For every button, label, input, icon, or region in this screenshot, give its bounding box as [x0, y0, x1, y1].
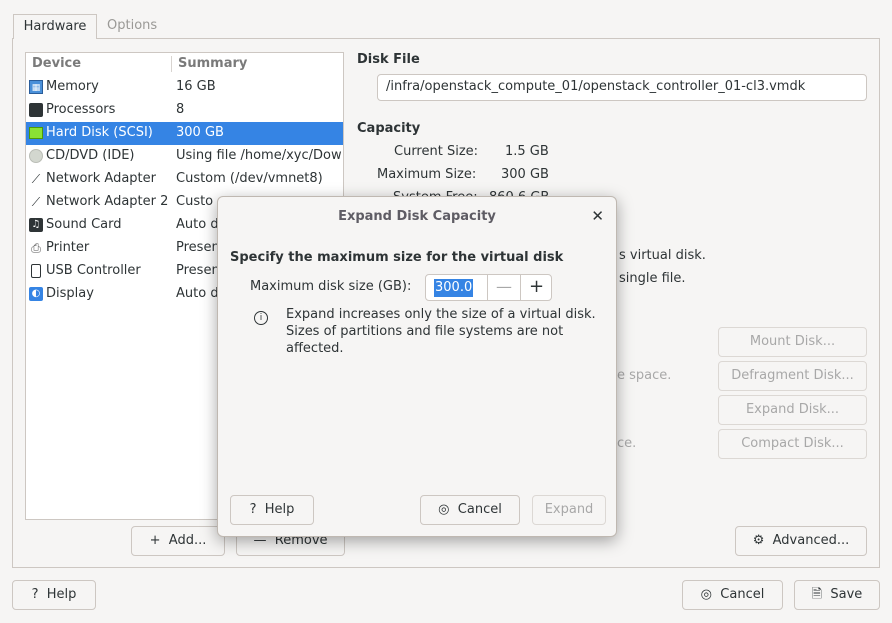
cancel-button[interactable]: ◎ Cancel [682, 580, 783, 610]
device-row-hard-disk[interactable]: Hard Disk (SCSI) 300 GB [26, 122, 343, 145]
device-summary: Custo [176, 194, 214, 209]
help-icon: ? [31, 587, 47, 602]
tab-options[interactable]: Options [107, 14, 157, 39]
printer-icon: ⎙ [31, 241, 41, 255]
device-summary: Presen [176, 263, 220, 278]
device-name: Printer [46, 240, 90, 255]
save-label: Save [830, 587, 863, 602]
disk-info-text-2: single file. [619, 271, 686, 286]
max-disk-size-input[interactable]: 300.0 [434, 279, 474, 297]
tab-hardware[interactable]: Hardware [13, 14, 97, 39]
column-header-device[interactable]: Device [32, 56, 81, 71]
info-text-line-1: Expand increases only the size of a virt… [286, 307, 596, 322]
network-icon: ⟋ [31, 172, 41, 186]
dialog-help-button[interactable]: ? Help [230, 495, 314, 525]
dialog-cancel-button[interactable]: ◎ Cancel [420, 495, 520, 525]
help-button[interactable]: ? Help [12, 580, 96, 610]
help-label: Help [46, 587, 77, 602]
advanced-label: Advanced... [772, 533, 850, 548]
device-row-memory[interactable]: ▦ Memory 16 GB [26, 76, 343, 99]
display-icon: ◐ [29, 287, 43, 301]
hard-disk-icon [29, 127, 43, 139]
device-name: Sound Card [46, 217, 122, 232]
expand-disk-capacity-dialog: Expand Disk Capacity ✕ Specify the maxim… [217, 196, 617, 537]
cancel-label: Cancel [720, 587, 765, 602]
save-button[interactable]: 🗎 Save [794, 580, 880, 610]
capacity-heading: Capacity [357, 121, 421, 136]
usb-icon [31, 264, 41, 278]
current-size-value: 1.5 GB [505, 144, 549, 159]
add-device-button[interactable]: + Add... [131, 526, 225, 556]
defrag-info-text: e space. [617, 368, 672, 383]
device-name: Hard Disk (SCSI) [46, 125, 153, 140]
cancel-icon: ◎ [438, 502, 458, 517]
max-disk-size-label: Maximum disk size (GB): [250, 279, 412, 294]
device-summary: Presen [176, 240, 220, 255]
device-name: Network Adapter 2 [46, 194, 169, 209]
device-list-header: Device Summary [26, 53, 343, 75]
dialog-heading: Specify the maximum size for the virtual… [230, 250, 564, 265]
gears-icon: ⚙ [752, 533, 773, 548]
column-separator [171, 56, 172, 72]
help-icon: ? [249, 502, 265, 517]
device-row-network-adapter[interactable]: ⟋ Network Adapter Custom (/dev/vmnet8) [26, 168, 343, 191]
save-icon: 🗎 [811, 587, 831, 602]
device-summary: 300 GB [176, 125, 224, 140]
disk-info-text-1: s virtual disk. [619, 248, 706, 263]
device-name: Memory [46, 79, 99, 94]
advanced-button[interactable]: ⚙ Advanced... [735, 526, 867, 556]
device-summary: 8 [176, 102, 185, 117]
mount-disk-button[interactable]: Mount Disk... [718, 327, 867, 357]
column-header-summary[interactable]: Summary [178, 56, 247, 71]
decrement-button[interactable]: — [487, 275, 520, 300]
cancel-icon: ◎ [700, 587, 721, 602]
sound-card-icon: ♫ [29, 218, 43, 232]
cd-dvd-icon [29, 149, 43, 163]
disk-file-path-field[interactable]: /infra/openstack_compute_01/openstack_co… [377, 74, 867, 101]
info-icon: i [254, 311, 268, 325]
compact-info-text: ce. [617, 436, 637, 451]
device-name: Processors [46, 102, 116, 117]
device-name: Display [46, 286, 94, 301]
increment-button[interactable]: + [520, 275, 552, 300]
network-icon: ⟋ [31, 195, 41, 209]
info-text-line-3: affected. [286, 341, 344, 356]
maximum-size-value: 300 GB [501, 167, 549, 182]
compact-disk-button[interactable]: Compact Disk... [718, 429, 867, 459]
max-disk-size-spinbutton[interactable]: 300.0 — + [425, 274, 552, 301]
device-summary: 16 GB [176, 79, 216, 94]
processor-icon [29, 103, 43, 117]
current-size-label: Current Size: [394, 144, 479, 159]
plus-icon: + [149, 533, 169, 548]
device-summary: Auto d [176, 217, 219, 232]
close-icon[interactable]: ✕ [591, 207, 604, 225]
device-row-processors[interactable]: Processors 8 [26, 99, 343, 122]
device-name: Network Adapter [46, 171, 156, 186]
device-summary: Auto d [176, 286, 219, 301]
dialog-title: Expand Disk Capacity [338, 209, 496, 224]
dialog-help-label: Help [264, 502, 295, 517]
info-text-line-2: Sizes of partitions and file systems are… [286, 324, 564, 339]
expand-disk-button[interactable]: Expand Disk... [718, 395, 867, 425]
memory-icon: ▦ [29, 80, 43, 94]
device-name: USB Controller [46, 263, 141, 278]
defragment-disk-button[interactable]: Defragment Disk... [718, 361, 867, 391]
device-name: CD/DVD (IDE) [46, 148, 135, 163]
device-summary: Using file /home/xyc/Dow [176, 148, 342, 163]
device-summary: Custom (/dev/vmnet8) [176, 171, 323, 186]
add-device-label: Add... [168, 533, 207, 548]
device-row-cd-dvd[interactable]: CD/DVD (IDE) Using file /home/xyc/Dow [26, 145, 343, 168]
maximum-size-label: Maximum Size: [377, 167, 477, 182]
dialog-expand-button[interactable]: Expand [532, 495, 606, 525]
dialog-cancel-label: Cancel [457, 502, 502, 517]
disk-file-heading: Disk File [357, 52, 420, 67]
